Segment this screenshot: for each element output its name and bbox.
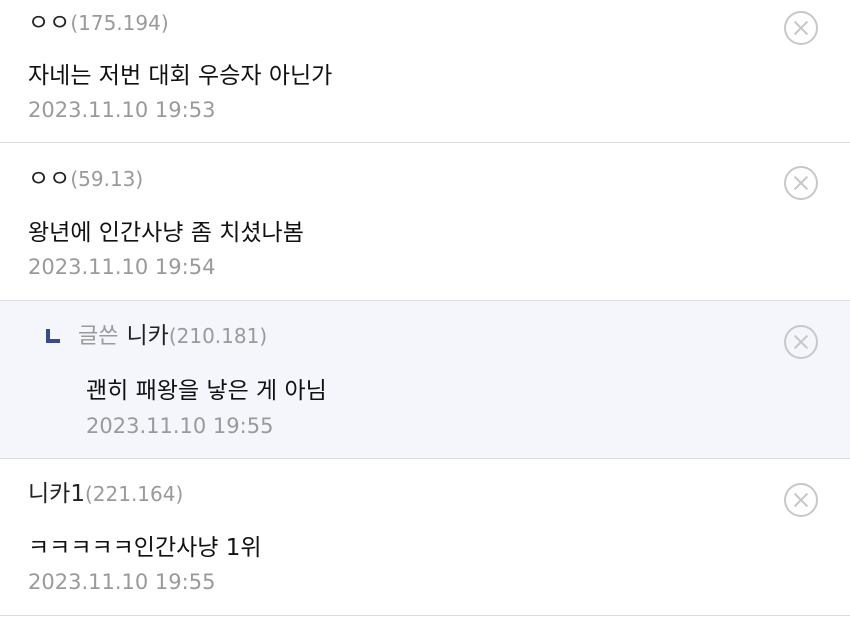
- comment-date: 2023.11.10 19:55: [28, 570, 216, 594]
- reply-arrow-icon: [44, 328, 60, 343]
- comment-text: ㅋㅋㅋㅋㅋ인간사냥 1위: [28, 535, 262, 561]
- comment-ip: (175.194): [70, 11, 169, 35]
- comment-item: ㅇㅇ(59.13) 왕년에 인간사냥 좀 치셨나봄 2023.11.10 19:…: [0, 143, 850, 301]
- comment-ip: (210.181): [168, 324, 268, 348]
- author-badge: 글쓴: [78, 324, 119, 349]
- comment-ip: (59.13): [70, 167, 144, 191]
- close-circle-icon[interactable]: [784, 166, 818, 200]
- comment-text: 왕년에 인간사냥 좀 치셨나봄: [28, 220, 304, 246]
- comment-nickname[interactable]: ㅇㅇ: [28, 10, 70, 36]
- comment-nickname[interactable]: 니카: [126, 323, 168, 349]
- comment-item: 니카1(221.164) ㅋㅋㅋㅋㅋ인간사냥 1위 2023.11.10 19:…: [0, 459, 850, 616]
- comment-item: ㅇㅇ(175.194) 자네는 저번 대회 우승자 아닌가 2023.11.10…: [0, 0, 850, 143]
- comment-nickname[interactable]: ㅇㅇ: [28, 166, 70, 192]
- close-circle-icon[interactable]: [784, 11, 818, 45]
- close-circle-icon[interactable]: [784, 325, 818, 359]
- comment-nickname[interactable]: 니카1: [28, 481, 85, 507]
- comment-text: 괜히 패왕을 낳은 게 아님: [86, 378, 327, 404]
- comment-author: 니카1(221.164): [28, 479, 183, 509]
- comment-author: ㅇㅇ(59.13): [28, 164, 143, 194]
- comment-author: ㅇㅇ(175.194): [28, 8, 169, 38]
- comment-date: 2023.11.10 19:54: [28, 255, 216, 279]
- comment-author: 글쓴 니카(210.181): [44, 321, 267, 351]
- comment-date: 2023.11.10 19:55: [86, 414, 274, 438]
- close-circle-icon[interactable]: [784, 483, 818, 517]
- comment-list: ㅇㅇ(175.194) 자네는 저번 대회 우승자 아닌가 2023.11.10…: [0, 0, 850, 618]
- reply-comment-item: 글쓴 니카(210.181) 괜히 패왕을 낳은 게 아님 2023.11.10 …: [0, 301, 850, 459]
- comment-text: 자네는 저번 대회 우승자 아닌가: [28, 63, 333, 89]
- comment-date: 2023.11.10 19:53: [28, 98, 216, 122]
- comment-ip: (221.164): [84, 482, 184, 506]
